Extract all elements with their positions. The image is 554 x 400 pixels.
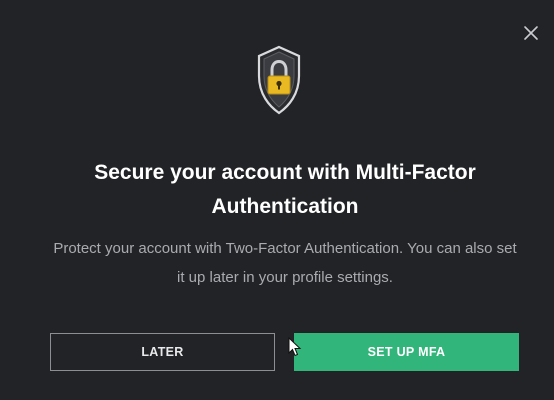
mfa-modal: Secure your account with Multi-Factor Au… — [0, 0, 554, 400]
mouse-cursor-icon — [288, 337, 302, 357]
modal-description: Protect your account with Two-Factor Aut… — [53, 240, 517, 286]
shield-lock-icon — [257, 45, 301, 115]
later-button[interactable]: LATER — [50, 333, 275, 371]
modal-title: Secure your account with Multi-Factor Au… — [94, 161, 476, 218]
close-icon[interactable] — [523, 25, 539, 41]
setup-mfa-button[interactable]: SET UP MFA — [294, 333, 519, 371]
close-button[interactable] — [520, 22, 542, 44]
